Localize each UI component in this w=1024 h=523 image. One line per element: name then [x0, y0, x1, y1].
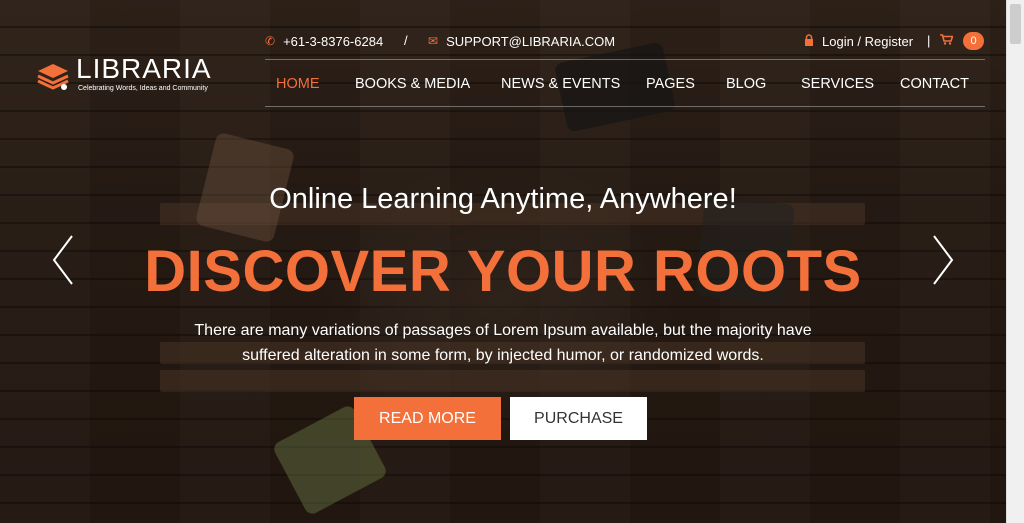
login-link[interactable]: Login / Register — [804, 31, 913, 51]
cart-separator: | — [927, 33, 931, 48]
envelope-icon: ✉ — [428, 34, 439, 48]
nav-divider — [265, 106, 985, 107]
phone-link[interactable]: ✆ +61-3-8376-6284 — [265, 31, 383, 51]
login-register-label: Login / Register — [822, 33, 914, 49]
slider-description-line: There are many variations of passages of… — [194, 322, 812, 339]
chevron-right-icon[interactable] — [928, 234, 956, 286]
read-more-button[interactable]: READ MORE — [354, 397, 501, 440]
slider-subtitle: Online Learning Anytime, Anywhere! — [269, 183, 737, 215]
nav-item-blog[interactable]: BLOG — [726, 73, 766, 95]
slider-headline: DISCOVER YOUR ROOTS — [144, 239, 862, 304]
email-address: SUPPORT@LIBRARIA.COM — [446, 33, 616, 49]
nav-item-pages[interactable]: PAGES — [646, 73, 695, 95]
purchase-button[interactable]: PURCHASE — [510, 397, 647, 440]
phone-icon: ✆ — [265, 34, 276, 48]
cart-icon — [940, 34, 954, 48]
slider-description-line: suffered alteration in some form, by inj… — [242, 346, 764, 364]
slider-description: There are many variations of passages of… — [160, 319, 846, 368]
books-logo-icon — [37, 63, 69, 90]
nav-item-home[interactable]: HOME — [276, 73, 320, 95]
nav-item-books-media[interactable]: BOOKS & MEDIA — [355, 73, 470, 95]
chevron-left-icon[interactable] — [50, 234, 78, 286]
brand-name: LIBRARIA — [76, 53, 212, 84]
cart-count-badge: 0 — [963, 32, 984, 50]
contact-separator: / — [404, 33, 408, 48]
lock-icon — [804, 33, 814, 49]
main-nav: HOME BOOKS & MEDIA NEWS & EVENTS PAGES B… — [265, 73, 985, 95]
nav-item-news-events[interactable]: NEWS & EVENTS — [501, 73, 620, 95]
header-divider — [265, 59, 985, 60]
logo[interactable]: LIBRARIA Celebrating Words, Ideas and Co… — [36, 55, 212, 92]
nav-item-contact[interactable]: CONTACT — [900, 73, 969, 95]
phone-number: +61-3-8376-6284 — [283, 33, 384, 49]
brand-tagline: Celebrating Words, Ideas and Community — [78, 85, 208, 92]
contact-bar: ✆ +61-3-8376-6284 / ✉ SUPPORT@LIBRARIA.C… — [265, 31, 985, 51]
nav-item-services[interactable]: SERVICES — [801, 73, 874, 95]
cart-button[interactable]: 0 — [940, 31, 984, 51]
email-link[interactable]: ✉ SUPPORT@LIBRARIA.COM — [428, 31, 615, 51]
page-scrollbar[interactable] — [1006, 0, 1024, 523]
scrollbar-thumb[interactable] — [1010, 4, 1021, 44]
